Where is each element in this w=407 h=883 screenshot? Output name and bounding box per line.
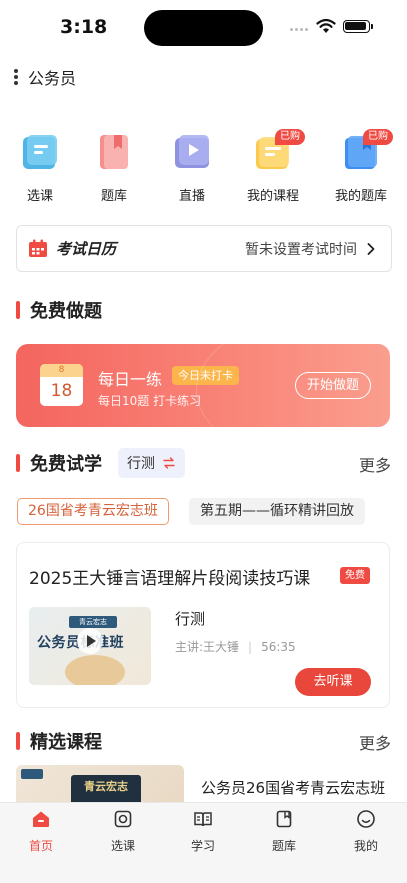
section-title-text: 精选课程 [30,732,102,753]
signal-icon [290,28,308,36]
section-title-free-trial: 免费试学 [16,451,102,475]
quick-nav-item-my-courses[interactable]: 已购 我的课程 [233,129,313,204]
calendar-day: 18 [50,381,73,401]
home-icon [33,811,49,827]
checkin-status-tag: 今日未打卡 [172,366,239,385]
quick-nav-label: 我的题库 [334,189,387,204]
selected-courses-more-link[interactable]: 更多 [359,730,391,754]
course-thumbnail[interactable]: 青云宏志 公务员标准班 [29,607,151,685]
quick-nav: 选课 题库 直播 已购 我的课程 已购 我的题库 [0,129,407,212]
quick-nav-label: 选课 [26,189,53,204]
status-time: 3:18 [60,16,108,38]
tab-study[interactable]: 学习 [178,809,228,854]
live-play-icon [172,132,212,172]
chevron-right-icon [367,242,375,255]
trial-course-card[interactable]: 2025王大锤言语理解片段阅读技巧课 免费 青云宏志 公务员标准班 行测 主讲:… [16,542,390,708]
book-open-icon [194,812,212,827]
tab-label: 我的 [353,839,378,853]
course-select-icon [20,132,60,172]
exam-date-status: 暂未设置考试时间 [245,241,357,258]
meta-divider: | [248,639,253,654]
course-meta: 主讲:王大锤 | 56:35 [175,638,296,655]
section-title-text: 免费试学 [30,454,102,475]
tab-question-bank[interactable]: 题库 [259,809,309,854]
selected-course-thumbnail[interactable]: 青云宏志 [16,765,184,805]
dynamic-island [144,10,263,46]
class-tab[interactable]: 第五期——循环精讲回放 [189,498,365,525]
tab-label: 学习 [190,839,215,853]
tab-profile[interactable]: 我的 [341,809,391,854]
thumb-title: 青云宏志 [71,775,141,805]
free-trial-more-link[interactable]: 更多 [359,452,391,476]
question-bank-icon [94,132,134,172]
course-duration: 56:35 [261,639,296,654]
smile-profile-icon [357,810,375,828]
exam-calendar-title: 考试日历 [56,240,117,258]
bottom-tab-bar: 首页 选课 学习 题库 我的 [0,802,407,883]
course-select-icon [114,810,132,828]
section-accent-bar [16,454,20,472]
my-courses-icon: 已购 [253,129,305,172]
quick-nav-label: 直播 [178,189,205,204]
tab-label: 首页 [28,839,53,853]
purchased-badge: 已购 [275,129,305,145]
section-accent-bar [16,732,20,750]
listen-button[interactable]: 去听课 [295,668,371,696]
section-title-text: 免费做题 [30,301,102,322]
wifi-icon [316,18,336,33]
quick-nav-label: 我的课程 [246,189,299,204]
daily-practice-banner[interactable]: 8 18 每日一练 今日未打卡 每日10题 打卡练习 开始做题 [16,344,390,427]
more-vertical-icon[interactable] [14,69,18,85]
exam-calendar-card[interactable]: 考试日历 暂未设置考试时间 [16,225,392,272]
quick-nav-label: 题库 [100,189,127,204]
course-subject: 行测 [175,610,206,628]
quick-nav-item-course-select[interactable]: 选课 [0,132,80,204]
calendar-icon [28,239,48,258]
free-badge: 免费 [340,567,370,584]
section-accent-bar [16,301,20,319]
brand-logo [21,769,43,779]
status-bar: 3:18 [0,0,407,56]
tab-label: 题库 [271,839,296,853]
quick-nav-item-live[interactable]: 直播 [152,132,232,204]
subject-label: 行测 [127,456,155,472]
section-title-free-practice: 免费做题 [16,298,102,322]
exam-category-title[interactable]: 公务员 [28,65,76,89]
question-bank-icon [276,810,292,828]
tab-label: 选课 [110,839,135,853]
battery-icon [343,20,373,33]
app-header[interactable]: 公务员 [14,66,76,88]
selected-course-title[interactable]: 公务员26国省考青云宏志班 [201,777,385,798]
tab-home[interactable]: 首页 [16,809,66,854]
daily-calendar-icon: 8 18 [40,364,83,406]
tab-course-select[interactable]: 选课 [98,809,148,854]
quick-nav-item-question-bank[interactable]: 题库 [74,132,154,204]
subject-switch-chip[interactable]: 行测 [118,448,185,478]
course-title: 2025王大锤言语理解片段阅读技巧课 [29,569,311,589]
section-title-selected-courses: 精选课程 [16,729,102,753]
purchased-badge: 已购 [363,129,393,145]
swap-icon [163,457,175,469]
daily-practice-subtitle: 每日10题 打卡练习 [98,394,202,408]
daily-practice-title: 每日一练 [98,370,163,389]
thumb-badge: 青云宏志 [69,616,117,628]
my-question-bank-icon: 已购 [341,129,393,172]
quick-nav-item-my-question-bank[interactable]: 已购 我的题库 [321,129,401,204]
class-tab-active[interactable]: 26国省考青云宏志班 [17,498,169,525]
start-practice-button[interactable]: 开始做题 [295,372,371,399]
calendar-month: 8 [40,364,83,377]
course-teacher: 主讲:王大锤 [175,640,240,654]
thumb-decoration [65,655,125,685]
play-icon[interactable] [77,628,103,654]
